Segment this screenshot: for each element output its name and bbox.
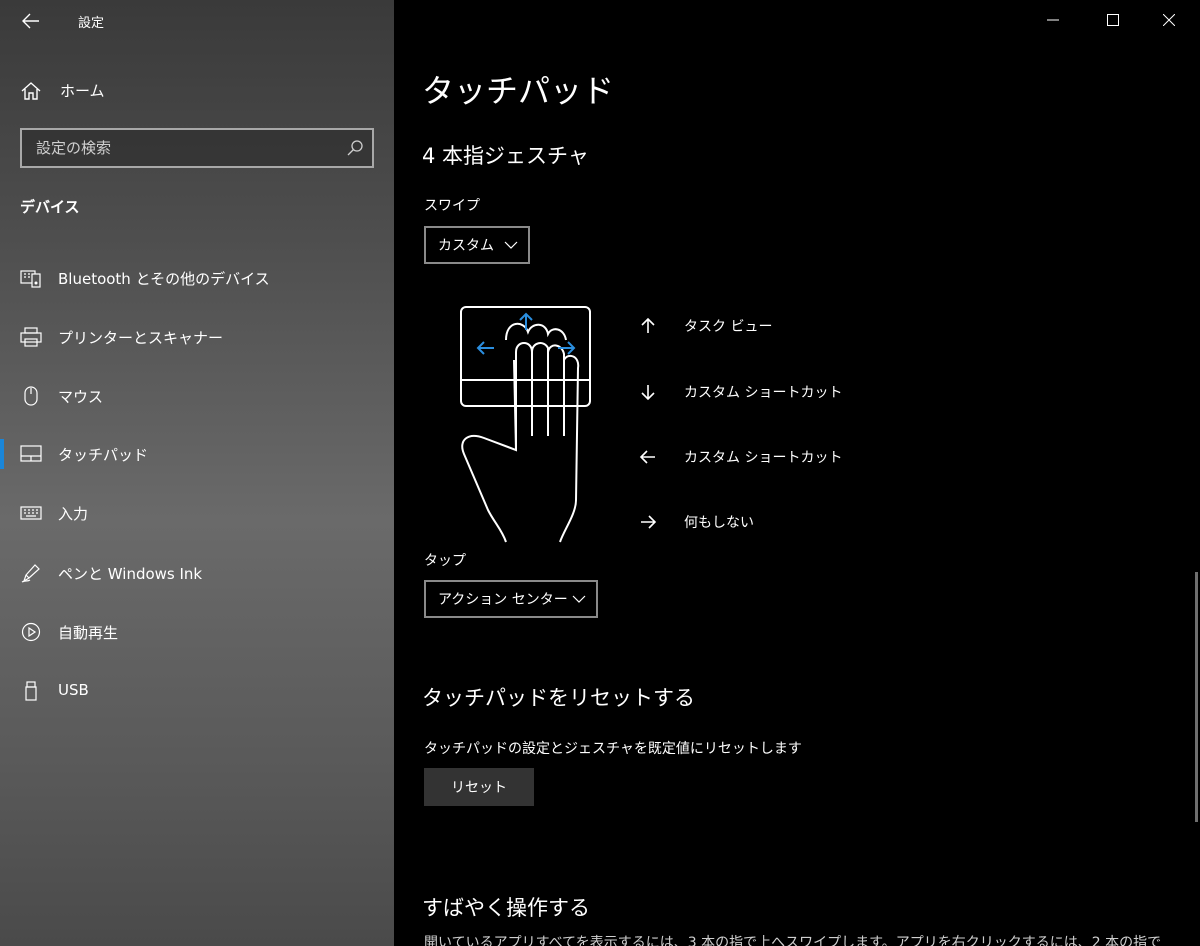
maximize-icon <box>1107 14 1119 26</box>
main-content: タッチパッド 4 本指ジェスチャ スワイプ カスタム タスク ビュー カスタム … <box>394 0 1200 946</box>
sidebar-item-autoplay[interactable]: 自動再生 <box>0 612 394 652</box>
sidebar-item-label: USB <box>58 681 89 699</box>
gesture-down-label: カスタム ショートカット <box>684 385 843 401</box>
search-input[interactable] <box>22 130 342 166</box>
close-icon <box>1163 14 1175 26</box>
pen-icon <box>21 564 40 583</box>
sidebar-item-label: マウス <box>58 388 104 406</box>
search-icon[interactable] <box>346 139 364 157</box>
sidebar-item-mouse[interactable]: マウス <box>0 376 394 416</box>
gesture-left-label: カスタム ショートカット <box>684 450 843 466</box>
app-title: 設定 <box>78 16 105 31</box>
back-button[interactable] <box>14 6 48 36</box>
sidebar-item-home[interactable]: ホーム <box>0 70 394 110</box>
autoplay-icon <box>21 622 41 642</box>
tap-label: タップ <box>424 553 466 569</box>
arrow-left-icon <box>639 450 655 464</box>
arrow-right-icon <box>641 515 657 529</box>
sidebar-item-label: Bluetooth とその他のデバイス <box>58 270 270 288</box>
touchpad-icon <box>20 445 42 462</box>
tap-dropdown-value: アクション センター <box>438 592 568 608</box>
sidebar-item-label: 自動再生 <box>58 624 119 642</box>
sidebar-item-bluetooth[interactable]: Bluetooth とその他のデバイス <box>0 258 394 298</box>
home-icon <box>21 82 41 100</box>
maximize-button[interactable] <box>1090 4 1136 36</box>
minimize-button[interactable] <box>1030 4 1076 36</box>
sidebar-item-label: 入力 <box>58 505 89 523</box>
mouse-icon <box>24 386 38 406</box>
quick-heading: すばやく操作する <box>422 896 590 920</box>
chevron-down-icon <box>572 595 586 603</box>
arrow-down-icon <box>641 385 655 401</box>
sidebar-item-usb[interactable]: USB <box>0 671 394 711</box>
tap-dropdown[interactable]: アクション センター <box>424 580 598 618</box>
page-title: タッチパッド <box>422 72 615 110</box>
four-finger-gesture-illustration <box>460 306 591 543</box>
reset-description: タッチパッドの設定とジェスチャを既定値にリセットします <box>424 741 802 757</box>
sidebar-item-label: ホーム <box>60 82 105 100</box>
swipe-dropdown[interactable]: カスタム <box>424 226 530 264</box>
reset-button[interactable]: リセット <box>424 768 534 806</box>
sidebar-item-label: プリンターとスキャナー <box>58 329 224 347</box>
search-box <box>20 128 374 168</box>
arrow-up-icon <box>641 317 655 333</box>
usb-icon <box>25 681 37 701</box>
sidebar-item-printers[interactable]: プリンターとスキャナー <box>0 317 394 357</box>
gesture-right-label: 何もしない <box>684 515 754 531</box>
quick-description: 開いているアプリすべてを表示するには、3 本の指で上へスワイプします。アプリを右… <box>424 935 1162 946</box>
reset-heading: タッチパッドをリセットする <box>422 686 695 710</box>
scrollbar[interactable] <box>1195 572 1198 822</box>
sidebar-item-label: タッチパッド <box>58 446 149 464</box>
sidebar-item-pen[interactable]: ペンと Windows Ink <box>0 553 394 593</box>
four-finger-heading: 4 本指ジェスチャ <box>422 144 589 168</box>
section-label: デバイス <box>20 198 80 216</box>
gesture-up-label: タスク ビュー <box>684 319 773 335</box>
title-bar: 設定 <box>0 0 394 42</box>
sidebar-item-typing[interactable]: 入力 <box>0 493 394 533</box>
sidebar-item-touchpad[interactable]: タッチパッド <box>0 434 394 474</box>
back-arrow-icon <box>22 13 39 29</box>
sidebar-item-label: ペンと Windows Ink <box>58 565 203 583</box>
bluetooth-devices-icon <box>20 270 41 288</box>
swipe-label: スワイプ <box>424 198 480 214</box>
keyboard-icon <box>20 506 42 520</box>
printer-icon <box>20 327 42 347</box>
sidebar: 設定 ホーム デバイス Bluetooth とその他のデバイス プリンターとスキ… <box>0 0 394 946</box>
chevron-down-icon <box>504 241 518 249</box>
minimize-icon <box>1047 19 1059 21</box>
swipe-dropdown-value: カスタム <box>438 238 494 254</box>
close-button[interactable] <box>1146 4 1192 36</box>
active-indicator <box>0 439 4 469</box>
